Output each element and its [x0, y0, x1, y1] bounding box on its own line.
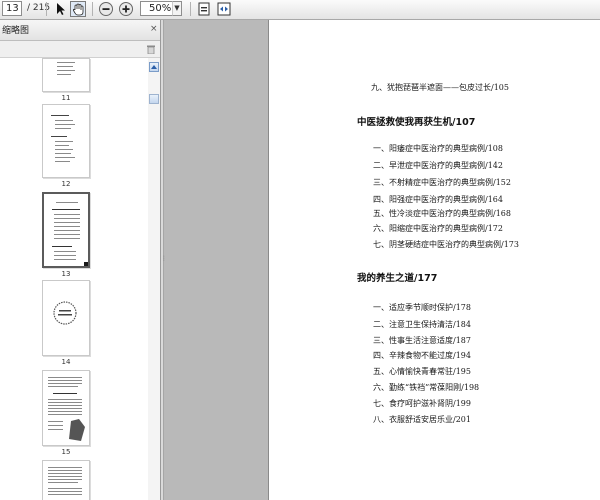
page-fold-marker	[84, 262, 88, 266]
toc-line: 五、心情愉快青春常驻/195	[373, 367, 471, 376]
toc-line: 五、性冷淡症中医治疗的典型病例/168	[373, 209, 511, 218]
toc-line: 二、早泄症中医治疗的典型病例/142	[373, 161, 503, 170]
toc-line: 八、衣服舒适安居乐业/201	[373, 415, 471, 424]
document-page: 九、犹抱琵琶半遮面——包皮过长/105 中医拯救使我再获生机/107 一、阳痿症…	[269, 20, 600, 500]
page-number-input[interactable]: 13	[2, 1, 22, 16]
toc-line: 三、不射精症中医治疗的典型病例/152	[373, 178, 511, 187]
thumbnail-page-15[interactable]	[42, 370, 90, 446]
toc-line: 四、辛辣食物不能过度/194	[373, 351, 471, 360]
toc-line: 一、适应季节顺时保护/178	[373, 303, 471, 312]
toc-line: 四、阳强症中医治疗的典型病例/164	[373, 195, 503, 204]
hand-tool-icon[interactable]	[70, 1, 86, 17]
thumbnail-label-11: 11	[61, 94, 71, 102]
select-cursor-icon[interactable]	[52, 1, 68, 17]
thumbnails-panel-header: 缩略图 ×	[0, 20, 160, 41]
thumbnail-page-14[interactable]	[42, 280, 90, 356]
toc-section-heading: 中医拯救使我再获生机/107	[357, 117, 476, 128]
scroll-up-button[interactable]	[149, 62, 159, 72]
thumbnail-page-11[interactable]	[42, 58, 90, 92]
illustration-icon	[69, 419, 85, 441]
trash-icon[interactable]	[146, 44, 156, 54]
thumbnails-toolbar	[0, 41, 160, 58]
toolbar-divider	[190, 2, 191, 16]
thumbnail-label-13: 13	[61, 270, 71, 278]
thumbnail-label-12: 12	[61, 180, 71, 188]
toc-section-heading: 我的养生之道/177	[357, 273, 438, 284]
toc-line: 六、阳缩症中医治疗的典型病例/172	[373, 224, 503, 233]
thumbnail-label-15: 15	[61, 448, 71, 456]
thumbnail-page-12[interactable]	[42, 104, 90, 178]
thumbnail-page-16[interactable]	[42, 460, 90, 500]
toc-line: 九、犹抱琵琶半遮面——包皮过长/105	[371, 83, 509, 92]
fit-width-icon[interactable]	[216, 1, 232, 17]
toc-line: 二、注意卫生保持清洁/184	[373, 320, 471, 329]
thumbnail-page-13[interactable]	[42, 192, 90, 268]
thumbnail-label-14: 14	[61, 358, 71, 366]
toc-line: 七、食疗呵护滋补肾阴/199	[373, 399, 471, 408]
toc-line: 七、阴茎硬结症中医治疗的典型病例/173	[373, 240, 519, 249]
toc-line: 六、勤练“铁裆”常葆阳刚/198	[373, 383, 480, 392]
close-icon[interactable]: ×	[150, 25, 158, 34]
thumbnails-panel: 缩略图 × 11 12 13 14 15	[0, 20, 160, 500]
thumbnail-options-button[interactable]	[149, 94, 159, 104]
zoom-dropdown-arrow[interactable]: ▼	[172, 1, 182, 16]
toolbar-divider	[92, 2, 93, 16]
toc-line: 一、阳痿症中医治疗的典型病例/108	[373, 144, 503, 153]
zoom-in-icon[interactable]	[118, 1, 134, 17]
emblem-circle-icon	[53, 301, 77, 325]
zoom-out-icon[interactable]	[98, 1, 114, 17]
panel-splitter[interactable]: ⋮	[160, 20, 167, 500]
thumbnail-list[interactable]: 11 12 13 14 15	[0, 58, 146, 500]
sidebar-button-column	[148, 58, 160, 500]
thumbnails-panel-title: 缩略图	[2, 26, 30, 36]
fit-page-icon[interactable]	[196, 1, 212, 17]
toolbar-divider	[46, 2, 47, 16]
splitter-grip-icon: ⋮	[161, 255, 167, 262]
toc-line: 三、性事生活注意适度/187	[373, 336, 471, 345]
toolbar: 13 / 215 50% ▼	[0, 0, 600, 20]
